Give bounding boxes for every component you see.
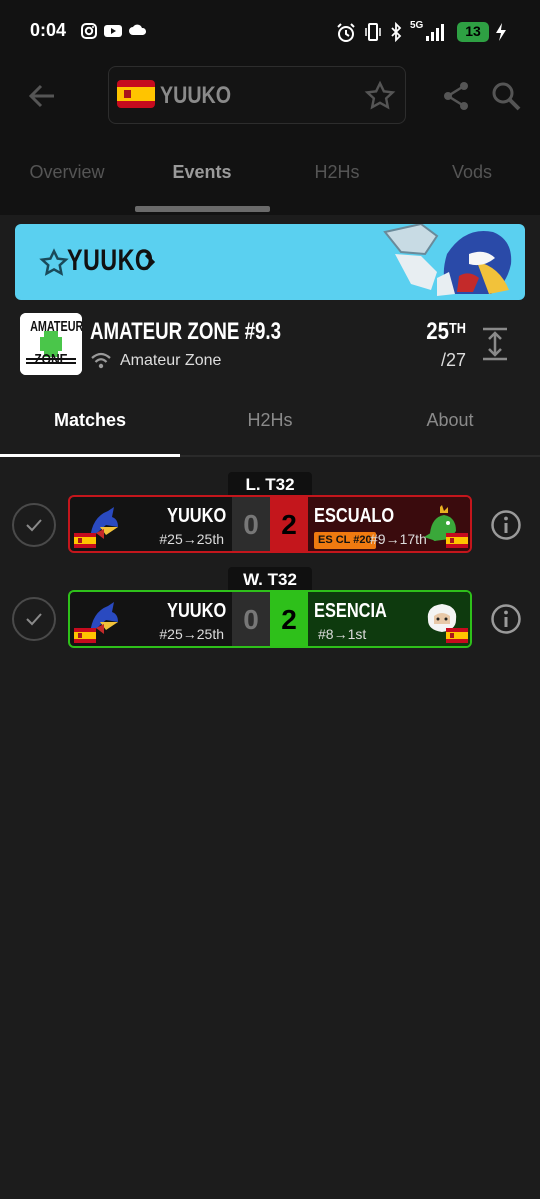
bluetooth-icon: [391, 22, 402, 42]
player-banner[interactable]: YUUKO: [15, 224, 525, 300]
check-icon: [26, 613, 42, 626]
signal-icon: [426, 24, 444, 41]
match-info-icon[interactable]: [490, 603, 522, 635]
status-time: 0:04: [30, 20, 67, 40]
battery-level: 13: [465, 23, 481, 39]
match-info-icon[interactable]: [490, 509, 522, 541]
match-card[interactable]: YUUKO #25→25th 0 2 ESCUALO ES CL #20 #9→…: [68, 495, 472, 553]
opponent-seed: #8→1st: [318, 626, 367, 642]
subtab-matches[interactable]: Matches: [0, 410, 180, 431]
placement-suffix: TH: [449, 320, 466, 337]
chevron-right-icon: [144, 253, 156, 271]
opponent-name: ESCUALO: [314, 505, 395, 527]
event-organizer: Amateur Zone: [120, 352, 222, 369]
p2-flag-icon: [446, 533, 468, 548]
event-placement: 25TH: [410, 318, 466, 346]
player-name: YUUKO: [166, 505, 226, 527]
subtab-h2hs[interactable]: H2Hs: [180, 410, 360, 431]
match-check-toggle[interactable]: [12, 597, 56, 641]
header-player-name: YUUKO: [160, 82, 232, 109]
expand-vertical-icon[interactable]: [480, 326, 510, 362]
subtab-indicator: [0, 454, 180, 457]
wifi-online-icon: [91, 352, 111, 369]
charging-icon: [496, 23, 506, 41]
share-icon[interactable]: [440, 80, 472, 112]
p1-flag-icon: [74, 533, 96, 548]
event-title[interactable]: AMATEUR ZONE #9.3: [90, 318, 281, 346]
youtube-icon: [104, 25, 122, 37]
placement-number: 25: [426, 318, 449, 345]
opponent-score: 2: [270, 592, 308, 646]
tab-indicator: [135, 206, 270, 212]
event-logo-line2: ZONE: [34, 351, 68, 368]
tab-overview[interactable]: Overview: [2, 162, 132, 183]
search-icon[interactable]: [490, 80, 522, 112]
player-seed: #25→25th: [159, 531, 224, 547]
check-icon: [26, 519, 42, 532]
star-icon[interactable]: [364, 80, 396, 112]
opponent-seed: #9→17th: [370, 531, 427, 547]
back-arrow-icon[interactable]: [26, 80, 58, 112]
tab-events[interactable]: Events: [137, 162, 267, 183]
subtab-about[interactable]: About: [360, 410, 540, 431]
match-card[interactable]: YUUKO #25→25th 0 2 ESENCIA #8→1st: [68, 590, 472, 648]
event-logo-line1: AMATEUR: [30, 318, 82, 335]
p2-flag-icon: [446, 628, 468, 643]
instagram-icon: [81, 23, 97, 39]
banner-player-name: YUUKO: [67, 244, 154, 277]
alarm-icon: [337, 23, 355, 42]
spain-flag-icon: [117, 80, 155, 108]
event-entrants: /27: [440, 350, 466, 370]
tab-h2hs[interactable]: H2Hs: [272, 162, 402, 183]
player-score: 0: [232, 592, 270, 646]
cloud-icon: [129, 24, 147, 35]
player-score: 0: [232, 497, 270, 551]
p1-flag-icon: [74, 628, 96, 643]
opponent-score: 2: [270, 497, 308, 551]
player-seed: #25→25th: [159, 626, 224, 642]
tab-vods[interactable]: Vods: [407, 162, 537, 183]
favorite-star-icon[interactable]: [39, 248, 69, 278]
match-check-toggle[interactable]: [12, 503, 56, 547]
vibrate-icon: [365, 23, 381, 41]
opponent-name: ESENCIA: [314, 600, 387, 622]
opponent-ranking-badge: ES CL #20: [314, 532, 376, 549]
player-name: YUUKO: [166, 600, 226, 622]
event-logo: AMATEUR ZONE: [20, 313, 82, 375]
falco-character-art: [383, 224, 512, 296]
